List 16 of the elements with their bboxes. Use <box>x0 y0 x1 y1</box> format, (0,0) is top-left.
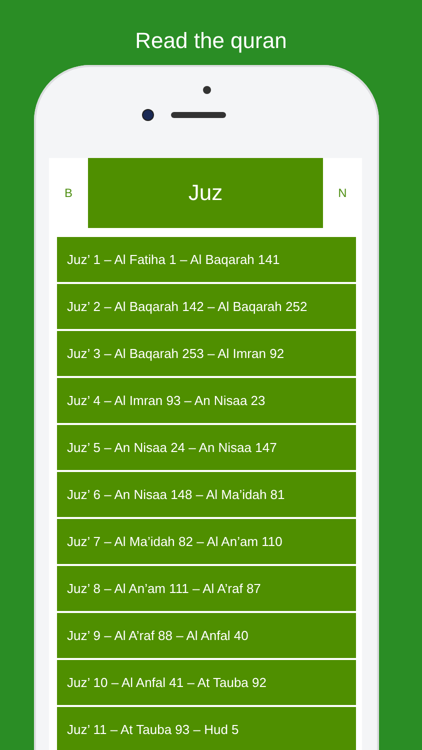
title-bar: Juz <box>88 158 323 228</box>
juz-item[interactable]: Juz’ 10 – Al Anfal 41 – At Tauba 92 <box>57 660 356 705</box>
juz-item[interactable]: Juz’ 3 – Al Baqarah 253 – Al Imran 92 <box>57 331 356 376</box>
juz-item[interactable]: Juz’ 8 – Al An’am 111 – Al A’raf 87 <box>57 566 356 611</box>
juz-item[interactable]: Juz’ 7 – Al Ma’idah 82 – Al An’am 110 <box>57 519 356 564</box>
juz-item[interactable]: Juz’ 1 – Al Fatiha 1 – Al Baqarah 141 <box>57 237 356 282</box>
juz-item[interactable]: Juz’ 2 – Al Baqarah 142 – Al Baqarah 252 <box>57 284 356 329</box>
juz-item[interactable]: Juz’ 5 – An Nisaa 24 – An Nisaa 147 <box>57 425 356 470</box>
speaker-icon <box>170 112 226 118</box>
juz-item[interactable]: Juz’ 11 – At Tauba 93 – Hud 5 <box>57 707 356 750</box>
juz-item[interactable]: Juz’ 9 – Al A’raf 88 – Al Anfal 40 <box>57 613 356 658</box>
sensor-icon <box>202 86 210 94</box>
juz-item[interactable]: Juz’ 6 – An Nisaa 148 – Al Ma’idah 81 <box>57 472 356 517</box>
camera-icon <box>142 110 152 120</box>
juz-item[interactable]: Juz’ 4 – Al Imran 93 – An Nisaa 23 <box>57 378 356 423</box>
caption: Read the quran <box>135 27 287 55</box>
